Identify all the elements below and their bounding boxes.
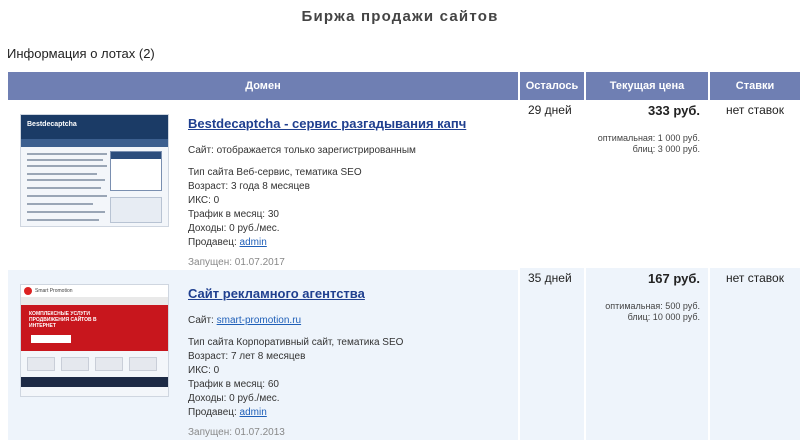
- table-row: Bestdecaptcha Bestdecaptcha - сервис раз…: [8, 100, 800, 268]
- thumbnail-logo-text: Bestdecaptcha: [27, 121, 77, 128]
- table-header-row: Домен Осталось Текущая цена Ставки: [8, 72, 800, 100]
- seller-field: Продавец: admin: [188, 237, 267, 248]
- site-type: Тип сайта Корпоративный сайт, тематика S…: [188, 337, 404, 348]
- site-traffic: Трафик в месяц: 30: [188, 209, 279, 220]
- site-age: Возраст: 7 лет 8 месяцев: [188, 351, 306, 362]
- site-income: Доходы: 0 руб./мес.: [188, 393, 280, 404]
- lot-title-link[interactable]: Bestdecaptcha - сервис разгадывания капч: [188, 116, 518, 131]
- column-header-bids[interactable]: Ставки: [710, 72, 800, 100]
- optimal-price: оптимальная: 1 000 руб.: [597, 133, 700, 143]
- seller-link[interactable]: admin: [240, 237, 267, 248]
- column-header-current-price[interactable]: Текущая цена: [586, 72, 710, 100]
- current-price: 333 руб.: [648, 103, 700, 118]
- launched-date: Запущен: 01.07.2013: [188, 427, 285, 438]
- site-iks: ИКС: 0: [188, 365, 220, 376]
- site-type: Тип сайта Веб-сервис, тематика SEO: [188, 167, 362, 178]
- page-title: Биржа продажи сайтов: [301, 8, 499, 25]
- domain-cell: Bestdecaptcha Bestdecaptcha - сервис раз…: [8, 100, 520, 268]
- thumbnail-logo-text: Smart Promotion: [35, 288, 73, 294]
- logo-mark-icon: [24, 287, 32, 295]
- site-field: Сайт: отображается только зарегистрирова…: [188, 145, 416, 156]
- site-age: Возраст: 3 года 8 месяцев: [188, 181, 310, 192]
- launched-date: Запущен: 01.07.2017: [188, 257, 285, 268]
- blitz-price: блиц: 3 000 руб.: [632, 144, 700, 154]
- price-cell: 333 руб. оптимальная: 1 000 руб. блиц: 3…: [586, 100, 710, 268]
- optimal-price: оптимальная: 500 руб.: [605, 301, 700, 311]
- bids-cell: нет ставок: [710, 268, 800, 440]
- lots-table: Домен Осталось Текущая цена Ставки Bestd…: [8, 72, 800, 440]
- site-traffic: Трафик в месяц: 60: [188, 379, 279, 390]
- site-iks: ИКС: 0: [188, 195, 220, 206]
- lots-info-heading: Информация о лотах (2): [7, 46, 155, 61]
- domain-cell: Smart Promotion КОМПЛЕКСНЫЕ УСЛУГИ ПРОДВ…: [8, 268, 520, 440]
- remaining-cell: 35 дней: [520, 268, 586, 440]
- site-thumbnail[interactable]: Bestdecaptcha: [20, 114, 169, 227]
- thumbnail-hero-text: КОМПЛЕКСНЫЕ УСЛУГИ ПРОДВИЖЕНИЯ САЙТОВ В …: [29, 311, 97, 329]
- site-url-link[interactable]: smart-promotion.ru: [217, 315, 301, 326]
- current-price: 167 руб.: [648, 271, 700, 286]
- bids-status: нет ставок: [726, 271, 784, 285]
- column-header-remaining[interactable]: Осталось: [520, 72, 586, 100]
- bids-status: нет ставок: [726, 103, 784, 117]
- days-left: 29 дней: [528, 103, 572, 117]
- bids-cell: нет ставок: [710, 100, 800, 268]
- site-income: Доходы: 0 руб./мес.: [188, 223, 280, 234]
- lot-title-link[interactable]: Сайт рекламного агентства: [188, 286, 518, 301]
- table-row: Smart Promotion КОМПЛЕКСНЫЕ УСЛУГИ ПРОДВ…: [8, 268, 800, 440]
- blitz-price: блиц: 10 000 руб.: [627, 312, 700, 322]
- column-header-domain[interactable]: Домен: [8, 72, 520, 100]
- seller-link[interactable]: admin: [240, 407, 267, 418]
- remaining-cell: 29 дней: [520, 100, 586, 268]
- site-field: Сайт: smart-promotion.ru: [188, 315, 302, 326]
- price-cell: 167 руб. оптимальная: 500 руб. блиц: 10 …: [586, 268, 710, 440]
- site-value: отображается только зарегистрированным: [216, 145, 416, 156]
- days-left: 35 дней: [528, 271, 572, 285]
- site-thumbnail[interactable]: Smart Promotion КОМПЛЕКСНЫЕ УСЛУГИ ПРОДВ…: [20, 284, 169, 397]
- seller-field: Продавец: admin: [188, 407, 267, 418]
